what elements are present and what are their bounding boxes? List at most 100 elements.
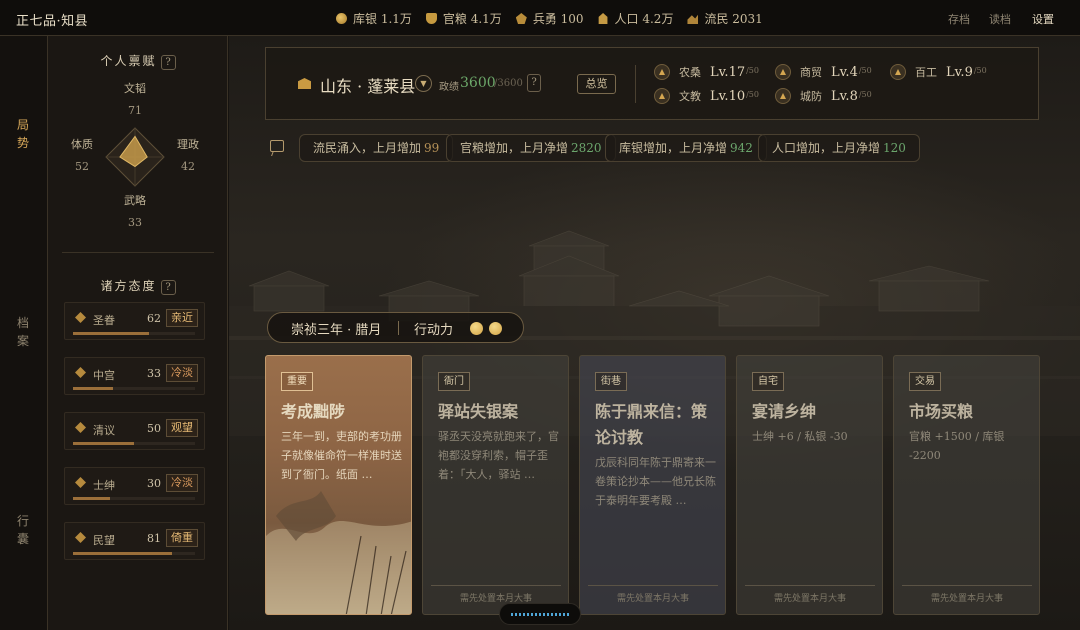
industry-defense[interactable]: 城防 Lv.8/50 [775,86,872,106]
stat-literary: 文韬 71 [124,82,146,117]
turn-indicator: 崇祯三年 · 腊月 行动力 [267,312,524,343]
attitude-bar [73,497,195,500]
message-icon[interactable] [270,140,284,152]
event-card-banquet[interactable]: 自宅 宴请乡绅 士绅 +6 / 私银 -30 需先处置本月大事 [736,355,883,615]
resource-refugees: 流民 2031 [687,10,763,27]
performance-value: 3600 [460,75,496,91]
card-description: 官粮 +1500 / 库银 -2200 [909,430,1005,462]
official-rank: 正七品·知县 [16,14,89,29]
industry-commerce[interactable]: 商贸 Lv.4/50 [775,62,872,82]
card-title: 考成黜陟 [281,402,346,421]
county-seal-icon [298,78,311,89]
panel-divider [62,252,214,253]
card-locked-note: 需先处置本月大事 [902,585,1032,604]
industry-education[interactable]: 文教 Lv.10/50 [654,86,759,106]
imperial-icon [75,312,86,323]
industry-agriculture[interactable]: 农桑 Lv.17/50 [654,62,759,82]
settings-button[interactable]: 设置 [1032,11,1054,27]
card-description: 驿丞天没亮就跑来了，官袍都没穿利索，帽子歪着：「大人，驿站 … [438,430,559,481]
top-bar: 正七品·知县 库银 1.1万 官粮 4.1万 兵勇 100 人口 4.2万 流民… [0,0,1080,36]
load-button[interactable]: 读档 [989,11,1011,27]
event-pill-grain[interactable]: 官粮增加，上月净增 2820 [446,134,616,162]
attitude-row-scholars[interactable]: 清议 50 观望 [64,412,205,450]
attitudes-title: 诸方态度? [48,277,228,295]
attitude-bar [73,442,195,445]
event-pill-refugees[interactable]: 流民涌入，上月增加 99 [299,134,454,162]
stat-governance: 理政 42 [177,138,199,173]
event-card-post-station[interactable]: 衙门 驿站失银案 驿丞天没亮就跑来了，官袍都没穿利索，帽子歪着：「大人，驿站 …… [422,355,569,615]
attitudes-help-button[interactable]: ? [160,280,176,295]
nav-tab-situation[interactable]: 局势 [0,116,46,152]
event-card-letter[interactable]: 街巷 陈于鼎来信：策论讨教 戊辰科同年陈于鼎寄来一卷策论抄本——他兄长陈于泰明年… [579,355,726,615]
header-divider [635,65,636,103]
card-tag: 交易 [909,372,941,391]
event-pill-population[interactable]: 人口增加，上月净增 120 [758,134,920,162]
card-scroll-handle[interactable] [499,603,581,625]
attitude-tag: 亲近 [166,309,198,327]
attitude-row-gentry[interactable]: 士绅 30 冷淡 [64,467,205,505]
card-description: 三年一到，吏部的考功册子就像催命符一样准时送到了衙门。纸面 … [281,430,402,481]
overview-button[interactable]: 总览 [577,74,616,94]
stat-physique: 体质 52 [71,138,93,173]
attitude-tag: 观望 [166,419,198,437]
card-title: 陈于鼎来信：策论讨教 [595,402,708,447]
gentry-icon [75,477,86,488]
attitude-tag: 倚重 [166,529,198,547]
resource-grain: 官粮 4.1万 [425,10,502,27]
save-button[interactable]: 存档 [948,11,970,27]
soldier-icon [515,13,527,24]
palace-icon [75,367,86,378]
population-icon [598,13,608,24]
card-tag: 重要 [281,372,313,391]
commerce-icon [775,64,791,80]
resource-bar: 库银 1.1万 官粮 4.1万 兵勇 100 人口 4.2万 流民 2031 [336,10,763,27]
grain-icon [425,13,437,24]
industry-crafts[interactable]: 百工 Lv.9/50 [890,62,987,82]
card-locked-note: 需先处置本月大事 [745,585,875,604]
talents-help-button[interactable]: ? [160,55,176,70]
card-description: 士绅 +6 / 私银 -30 [752,430,848,443]
left-nav-rail: 局势 档案 行囊 [0,36,48,630]
event-card-evaluation[interactable]: 重要 考成黜陟 三年一到，吏部的考功册子就像催命符一样准时送到了衙门。纸面 … [265,355,412,615]
attitude-row-people[interactable]: 民望 81 倚重 [64,522,205,560]
card-tag: 自宅 [752,372,784,391]
card-tag: 街巷 [595,372,627,391]
action-point-icon [470,322,483,335]
attitude-row-palace[interactable]: 中宫 33 冷淡 [64,357,205,395]
attitude-tag: 冷淡 [166,364,198,382]
attitude-row-imperial[interactable]: 圣眷 62 亲近 [64,302,205,340]
attitude-bar [73,332,195,335]
agriculture-icon [654,64,670,80]
crafts-icon [890,64,906,80]
event-card-buy-grain[interactable]: 交易 市场买粮 官粮 +1500 / 库银 -2200 需先处置本月大事 [893,355,1040,615]
event-pill-silver[interactable]: 库银增加，上月净增 942 [605,134,767,162]
coin-icon [336,13,347,24]
card-locked-note: 需先处置本月大事 [431,585,561,604]
stat-martial: 武略 33 [124,194,146,229]
scholar-icon [75,422,86,433]
card-tag: 衙门 [438,372,470,391]
card-title: 宴请乡绅 [752,402,817,421]
county-dropdown-button[interactable]: ▼ [415,75,432,92]
card-locked-note: 需先处置本月大事 [588,585,718,604]
card-title: 市场买粮 [909,402,974,421]
card-illustration [266,491,411,614]
defense-icon [775,88,791,104]
resource-silver: 库银 1.1万 [336,10,412,27]
main-view: 山东 · 蓬莱县 ▼ 政绩 3600 /3600 ? 总览 农桑 Lv.17/50… [229,36,1080,630]
nav-tab-luggage[interactable]: 行囊 [0,512,46,548]
action-point-icon [489,322,502,335]
attitude-bar [73,552,195,555]
resource-population: 人口 4.2万 [598,10,673,27]
people-icon [75,532,86,543]
refugee-icon [687,14,699,24]
current-date: 崇祯三年 · 腊月 [291,323,382,338]
attitude-bar [73,387,195,390]
nav-tab-archive[interactable]: 档案 [0,314,46,350]
character-panel: 个人禀赋? 文韬 71 体质 52 理政 42 武略 33 诸方态度? 圣眷 62 亲近… [48,36,228,630]
education-icon [654,88,670,104]
performance-help-button[interactable]: ? [527,74,541,92]
county-header: 山东 · 蓬莱县 ▼ 政绩 3600 /3600 ? 总览 农桑 Lv.17/50… [265,47,1039,120]
resource-soldiers: 兵勇 100 [515,10,584,27]
county-name: 山东 · 蓬莱县 [320,77,416,96]
